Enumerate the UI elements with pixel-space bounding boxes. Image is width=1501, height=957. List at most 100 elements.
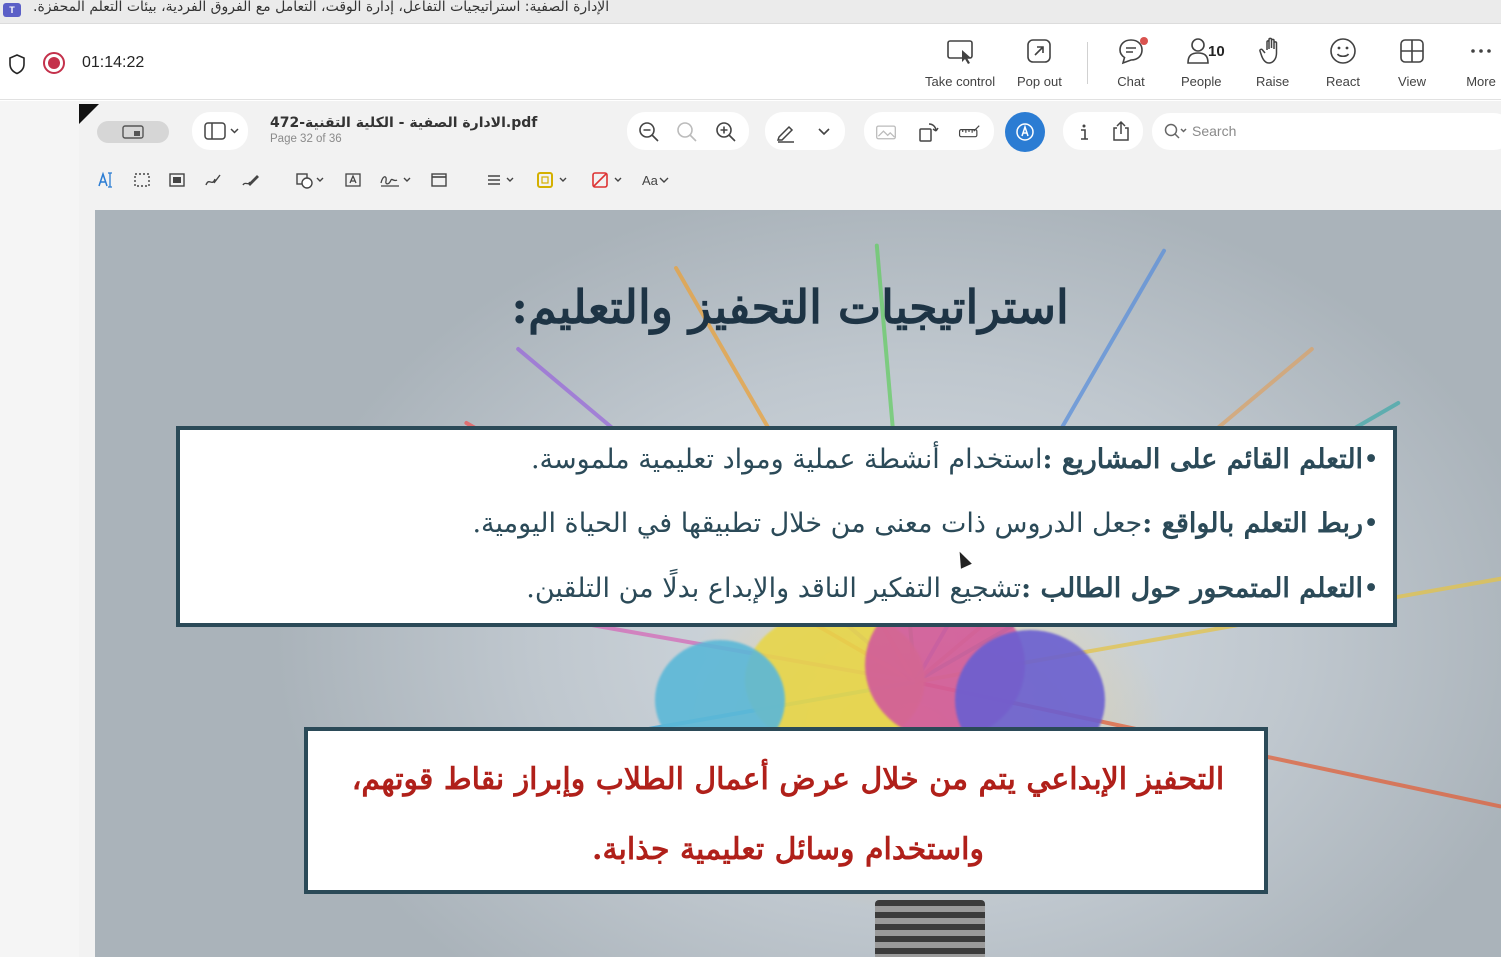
- bullet-project-based: •التعلم القائم على المشاريع :استخدام أنش…: [530, 444, 1379, 475]
- bullet-1-term: التعلم القائم على المشاريع :: [1042, 444, 1364, 475]
- highlighter-pen-icon: [776, 125, 794, 143]
- react-label: React: [1326, 74, 1360, 89]
- take-control-label: Take control: [925, 74, 996, 89]
- text-style-tool[interactable]: Aa: [642, 171, 670, 189]
- view-button[interactable]: View: [1397, 36, 1427, 92]
- annotate-pen-circle-icon: [1016, 123, 1034, 141]
- take-control-icon: [947, 40, 973, 64]
- pdf-page-slide: استراتيجيات التحفيز والتعليم: •التعلم ال…: [95, 210, 1501, 957]
- sidebar-icon: [204, 122, 239, 140]
- highlight-line-2: واستخدام وسائل تعليمية جذابة.: [592, 832, 984, 867]
- bullet-2-text: جعل الدروس ذات معنى من خلال تطبيقها في ا…: [472, 508, 1143, 539]
- raise-hand-button[interactable]: Raise: [1256, 36, 1289, 92]
- more-button[interactable]: More: [1466, 36, 1496, 92]
- zoom-in-button[interactable]: [714, 120, 738, 144]
- draw-tool[interactable]: [241, 171, 259, 189]
- highlight-button[interactable]: [774, 120, 798, 144]
- page-indicator: Page 32 of 36: [270, 133, 342, 145]
- line-style-icon: [488, 175, 514, 185]
- raise-hand-icon: [1258, 37, 1277, 64]
- take-control-button[interactable]: Take control: [925, 36, 995, 92]
- highlight-dropdown[interactable]: [815, 122, 833, 140]
- shape-style-tool[interactable]: [485, 171, 517, 189]
- chat-label: Chat: [1117, 74, 1145, 89]
- search-input[interactable]: [1192, 119, 1492, 143]
- text-style-label: Aa: [642, 172, 658, 188]
- bullet-3-text: تشجيع التفكير الناقد والإبداع بدلًا من ا…: [526, 573, 1022, 604]
- rect-selection-tool[interactable]: [133, 171, 151, 189]
- rotate-button[interactable]: [916, 120, 940, 144]
- sidebar-view-button[interactable]: [200, 120, 242, 142]
- zoom-out-icon: [639, 122, 659, 142]
- markup-ruler-icon: [958, 125, 980, 138]
- pop-out-button[interactable]: Pop out: [1017, 36, 1062, 92]
- highlight-line-1: التحفيز الإبداعي يتم من خلال عرض أعمال ا…: [351, 762, 1225, 797]
- shapes-icon: [296, 173, 324, 189]
- zoom-out-button[interactable]: [637, 120, 661, 144]
- chat-notification-badge: [1140, 37, 1148, 45]
- redact-icon: [169, 173, 185, 187]
- grid-view-icon: [1400, 39, 1424, 63]
- recording-dot: [48, 57, 60, 69]
- stage-left-margin: [0, 101, 79, 957]
- pdf-search-box: [1152, 113, 1501, 150]
- note-tool[interactable]: [430, 171, 448, 189]
- react-button[interactable]: React: [1326, 36, 1360, 92]
- text-cursor-icon: [98, 171, 112, 188]
- raise-label: Raise: [1256, 74, 1290, 89]
- window-corner: [79, 104, 99, 124]
- view-label: View: [1398, 74, 1426, 89]
- bullet-3-term: التعلم المتمحور حول الطالب :: [1021, 573, 1364, 604]
- screen-share-icon: [122, 125, 144, 139]
- text-box-tool[interactable]: [344, 171, 362, 189]
- annotate-toggle-button[interactable]: [1005, 112, 1045, 152]
- bullet-1-text: استخدام أنشطة عملية ومواد تعليمية ملموسة…: [530, 444, 1043, 475]
- creative-motivation-box: التحفيز الإبداعي يتم من خلال عرض أعمال ا…: [304, 727, 1268, 894]
- note-icon: [431, 173, 447, 187]
- signature-tool[interactable]: [379, 171, 415, 189]
- pop-out-icon: [1027, 39, 1052, 63]
- info-button[interactable]: [1072, 120, 1096, 144]
- search-icon: [1164, 123, 1187, 139]
- zoom-reset-icon: [677, 122, 697, 142]
- meeting-timer: 01:14:22: [82, 54, 145, 71]
- sketch-icon: [205, 174, 221, 186]
- chevron-down-icon: [818, 128, 830, 136]
- draw-pen-icon: [242, 175, 259, 186]
- share-button[interactable]: [1109, 119, 1133, 143]
- dashed-rectangle-icon: [134, 173, 150, 187]
- shield-icon[interactable]: [7, 53, 27, 75]
- sidebar-toggle-switch[interactable]: [97, 121, 169, 143]
- window-title: الإدارة الصفية: استراتيجيات التفاعل، إدا…: [33, 0, 610, 15]
- fill-color-icon: [592, 172, 622, 188]
- fill-color-tool[interactable]: [591, 171, 625, 189]
- image-icon: [876, 125, 896, 140]
- toolbar-divider: [1087, 42, 1088, 84]
- pop-out-label: Pop out: [1017, 74, 1062, 89]
- recording-indicator-icon: [43, 52, 65, 74]
- chevron-down-icon: [659, 177, 669, 183]
- bullet-student-centered: •التعلم المتمحور حول الطالب :تشجيع التفك…: [526, 573, 1379, 604]
- shapes-tool[interactable]: [295, 171, 325, 189]
- people-count-badge: 10: [1208, 43, 1225, 60]
- window-title-bar: T الإدارة الصفية: استراتيجيات التفاعل، إ…: [0, 0, 1501, 24]
- document-title: 472-الادارة الصفية - الكلية التقنية.pdf: [270, 115, 538, 131]
- teams-app-icon: T: [3, 3, 21, 17]
- markup-toolbar: Aa: [79, 163, 1501, 197]
- markup-button[interactable]: [955, 120, 983, 144]
- actual-size-button[interactable]: [675, 120, 699, 144]
- strategies-box: •التعلم القائم على المشاريع :استخدام أنش…: [176, 426, 1397, 627]
- smiley-icon: [1330, 38, 1356, 64]
- text-selection-tool[interactable]: [97, 171, 115, 189]
- people-label: People: [1181, 74, 1222, 89]
- slide-heading: استراتيجيات التحفيز والتعليم:: [511, 280, 1069, 334]
- sketch-tool[interactable]: [204, 171, 222, 189]
- signature-icon: [380, 176, 411, 187]
- creative-motivation-text: التحفيز الإبداعي يتم من خلال عرض أعمال ا…: [318, 745, 1258, 885]
- bullet-real-world: •ربط التعلم بالواقع :جعل الدروس ذات معنى…: [472, 508, 1379, 539]
- more-dots-icon: [1471, 49, 1491, 53]
- border-color-tool[interactable]: [536, 171, 570, 189]
- more-label: More: [1466, 74, 1496, 89]
- redact-tool[interactable]: [168, 171, 186, 189]
- image-tool-button[interactable]: [873, 120, 899, 144]
